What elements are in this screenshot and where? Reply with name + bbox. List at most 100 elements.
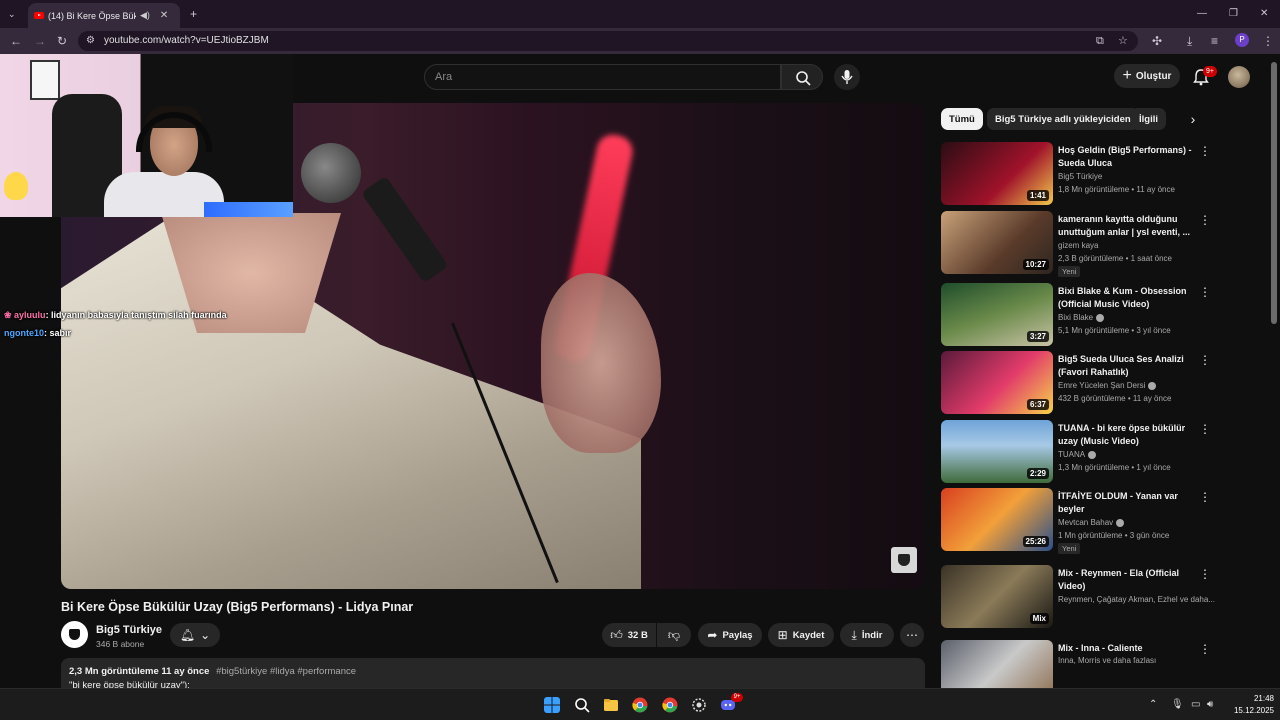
more-icon[interactable]: ⋮ — [1199, 642, 1211, 656]
hashtags[interactable]: #big5türkiye #lidya #performance — [216, 666, 356, 677]
recommendation-item[interactable]: Mix Mix - Reynmen - Ela (Official Video)… — [941, 565, 1221, 629]
chip-from-uploader[interactable]: Big5 Türkiye adlı yükleyiciden — [987, 108, 1139, 130]
more-icon[interactable]: ⋮ — [1199, 285, 1211, 299]
clock-date[interactable]: 15.12.2025 — [1228, 706, 1274, 715]
recommendation-title[interactable]: Mix - Reynmen - Ela (Official Video) — [1058, 567, 1198, 593]
chrome-icon[interactable] — [632, 697, 648, 713]
chip-all[interactable]: Tümü — [941, 108, 983, 130]
recommendation-title[interactable]: Big5 Sueda Uluca Ses Analizi (Favori Rah… — [1058, 353, 1198, 379]
recommendation-title[interactable]: Bixi Blake & Kum - Obsession (Official M… — [1058, 285, 1198, 311]
recommendation-channel[interactable]: Mevtcan Bahav — [1058, 518, 1125, 527]
tab-title: (14) Bi Kere Öpse Bükülür U — [48, 10, 136, 21]
recommendation-channel[interactable]: Emre Yücelen Şan Dersi — [1058, 381, 1157, 390]
recommendation-title[interactable]: Hoş Geldin (Big5 Performans) - Sueda Ulu… — [1058, 144, 1198, 170]
more-icon[interactable]: ⋮ — [1199, 144, 1211, 158]
chevron-right-icon[interactable]: › — [1184, 110, 1202, 128]
recommendation-channel[interactable]: Big5 Türkiye — [1058, 172, 1102, 181]
recommendation-channel[interactable]: Bixi Blake — [1058, 313, 1105, 322]
chevron-down-icon: ⌄ — [200, 628, 211, 642]
thumbnail[interactable]: Mix — [941, 565, 1053, 628]
thumbnail[interactable]: 10:27 — [941, 211, 1053, 274]
create-button[interactable]: + Oluştur — [1114, 64, 1180, 88]
more-icon[interactable]: ⋮ — [1199, 353, 1211, 367]
download-button[interactable]: ⤓ İndir — [840, 623, 894, 647]
taskbar-search-icon[interactable] — [574, 697, 590, 713]
download-icon[interactable]: ⤓ — [1187, 35, 1192, 47]
recommendation-item[interactable]: 3:27 Bixi Blake & Kum - Obsession (Offic… — [941, 283, 1221, 347]
recommendation-channel[interactable]: gizem kaya — [1058, 241, 1098, 250]
recommendation-item[interactable]: Mix - Inna - Caliente Inna, Morris ve da… — [941, 640, 1221, 688]
sound-icon[interactable]: ◀) — [140, 10, 150, 21]
cast-icon[interactable]: ⧉ — [1096, 35, 1104, 47]
thumbnail[interactable] — [941, 640, 1053, 688]
more-icon[interactable]: ⋮ — [1199, 490, 1211, 504]
recommendation-title[interactable]: kameranın kayıtta olduğunu unuttuğum anl… — [1058, 213, 1198, 239]
thumbnail[interactable]: 1:41 — [941, 142, 1053, 205]
extensions-icon[interactable]: ✣ — [1152, 35, 1162, 47]
recommendation-title[interactable]: Mix - Inna - Caliente — [1058, 642, 1198, 655]
duration-badge: 1:41 — [1026, 190, 1049, 201]
voice-search-button[interactable] — [834, 64, 860, 90]
browser-menu-icon[interactable]: ⋮ — [1262, 35, 1274, 47]
save-button[interactable]: ⊞ Kaydet — [768, 623, 834, 647]
recommendation-title[interactable]: İTFAİYE OLDUM - Yanan var beyler — [1058, 490, 1198, 516]
like-button[interactable]: 👍︎ 32 B — [602, 623, 656, 647]
chrome-profile-icon[interactable] — [662, 697, 678, 713]
more-actions-button[interactable]: ⋯ — [900, 623, 924, 647]
recommendation-item[interactable]: 1:41 Hoş Geldin (Big5 Performans) - Sued… — [941, 142, 1221, 206]
star-icon[interactable]: ☆ — [1118, 35, 1128, 47]
profile-avatar[interactable]: P — [1235, 33, 1249, 47]
more-icon[interactable]: ⋮ — [1199, 213, 1211, 227]
clock-time[interactable]: 21:48 — [1238, 694, 1274, 703]
settings-app-icon[interactable] — [691, 697, 707, 713]
subscribe-bell-button[interactable]: 🔔︎ ⌄ — [170, 623, 220, 647]
more-icon[interactable]: ⋮ — [1199, 567, 1211, 581]
url-text[interactable]: youtube.com/watch?v=UEJtioBZJBM — [104, 35, 269, 46]
recommendation-channel[interactable]: TUANA — [1058, 450, 1097, 459]
recommendation-item[interactable]: 2:29 TUANA - bi kere öpse bükülür uzay (… — [941, 420, 1221, 484]
close-tab-icon[interactable]: ✕ — [160, 10, 168, 21]
tray-volume-icon[interactable]: 🔊︎ — [1207, 699, 1213, 710]
page-scrollbar[interactable] — [1271, 62, 1277, 324]
video-frame-mic-body — [361, 175, 449, 284]
recommendation-channel[interactable]: Inna, Morris ve daha fazlası — [1058, 656, 1156, 665]
more-icon[interactable]: ⋮ — [1199, 422, 1211, 436]
media-icon[interactable]: ≡ — [1211, 35, 1218, 47]
tray-mic-icon[interactable]: 🎙︎ — [1171, 699, 1184, 710]
back-icon[interactable]: ← — [10, 35, 22, 47]
close-window-icon[interactable]: ✕ — [1260, 8, 1268, 20]
recommendation-title[interactable]: TUANA - bi kere öpse bükülür uzay (Music… — [1058, 422, 1198, 448]
channel-avatar[interactable] — [61, 621, 88, 648]
chat-username: ayluulu — [14, 310, 46, 320]
file-explorer-icon[interactable] — [603, 697, 619, 713]
thumbnail[interactable]: 3:27 — [941, 283, 1053, 346]
tray-display-icon[interactable]: ▭ — [1191, 699, 1200, 710]
search-input[interactable]: Ara — [424, 64, 781, 90]
omnibox[interactable]: ⚙ youtube.com/watch?v=UEJtioBZJBM ⧉ ☆ — [78, 31, 1138, 51]
channel-name[interactable]: Big5 Türkiye — [96, 624, 162, 636]
thumbnail[interactable]: 6:37 — [941, 351, 1053, 414]
account-avatar[interactable] — [1228, 66, 1250, 88]
channel-watermark-icon[interactable] — [891, 547, 917, 573]
new-tab-icon[interactable]: + — [190, 8, 197, 20]
mic-icon — [841, 70, 853, 84]
browser-tab[interactable]: (14) Bi Kere Öpse Bükülür U ◀) ✕ — [28, 3, 180, 28]
site-info-icon[interactable]: ⚙ — [86, 35, 95, 47]
tab-list-icon[interactable]: ⌄ — [8, 8, 16, 20]
recommendation-item[interactable]: 25:26 İTFAİYE OLDUM - Yanan var beyler M… — [941, 488, 1221, 554]
search-button[interactable] — [781, 64, 823, 90]
forward-icon[interactable]: → — [34, 35, 46, 47]
recommendation-item[interactable]: 6:37 Big5 Sueda Uluca Ses Analizi (Favor… — [941, 351, 1221, 415]
thumbnail[interactable]: 25:26 — [941, 488, 1053, 551]
minimize-icon[interactable]: — — [1197, 8, 1207, 20]
recommendation-channel[interactable]: Reynmen, Çağatay Akman, Ezhel ve daha... — [1058, 595, 1215, 604]
recommendation-item[interactable]: 10:27 kameranın kayıtta olduğunu unuttuğ… — [941, 211, 1221, 277]
reload-icon[interactable]: ↻ — [57, 35, 67, 47]
tray-chevron-icon[interactable]: ⌃ — [1149, 699, 1157, 710]
restore-icon[interactable]: ❐ — [1229, 8, 1238, 20]
share-button[interactable]: ➦ Paylaş — [698, 623, 762, 647]
dislike-button[interactable]: 👎︎ — [657, 623, 691, 647]
windows-start-icon[interactable] — [544, 697, 560, 713]
chip-related[interactable]: İlgili — [1131, 108, 1166, 130]
thumbnail[interactable]: 2:29 — [941, 420, 1053, 483]
